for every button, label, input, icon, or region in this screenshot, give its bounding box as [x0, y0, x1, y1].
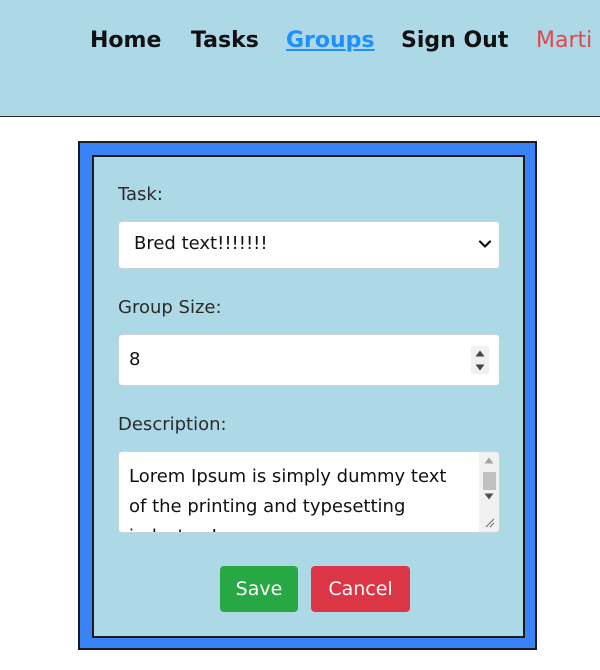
description-textarea[interactable]: Lorem Ipsum is simply dummy text of the …: [118, 451, 500, 533]
task-select[interactable]: Bred text!!!!!!!: [118, 221, 500, 269]
description-label: Description:: [118, 414, 227, 435]
group-size-label: Group Size:: [118, 297, 222, 318]
task-select-value: Bred text!!!!!!!: [134, 233, 268, 254]
quantity-stepper[interactable]: [471, 346, 489, 374]
cancel-button[interactable]: Cancel: [311, 566, 410, 612]
nav-user-link[interactable]: Marti: [536, 26, 592, 56]
group-form-panel: Task: Bred text!!!!!!! Group Size: 8 Des…: [92, 155, 525, 638]
increment-arrow-icon[interactable]: [471, 346, 489, 360]
group-size-value: 8: [129, 349, 141, 370]
save-button[interactable]: Save: [220, 566, 298, 612]
nav-sign-out-link[interactable]: Sign Out: [401, 26, 508, 56]
scrollbar-thumb[interactable]: [483, 472, 496, 490]
task-label: Task:: [118, 184, 163, 205]
chevron-down-icon: [478, 240, 492, 248]
nav-groups-link[interactable]: Groups: [286, 26, 375, 56]
description-scrollbar[interactable]: [479, 452, 499, 532]
nav-home-link[interactable]: Home: [90, 26, 161, 56]
top-navigation-bar: Home Tasks Groups Sign Out Marti: [0, 0, 600, 117]
decrement-arrow-icon[interactable]: [471, 360, 489, 374]
nav-tasks-link[interactable]: Tasks: [191, 26, 259, 56]
scroll-down-arrow-icon[interactable]: [484, 493, 494, 500]
scroll-up-arrow-icon[interactable]: [484, 457, 494, 464]
resize-grip-icon[interactable]: [483, 516, 495, 528]
form-outer-frame: Task: Bred text!!!!!!! Group Size: 8 Des…: [78, 141, 537, 650]
group-size-input[interactable]: 8: [118, 334, 500, 386]
description-text: Lorem Ipsum is simply dummy text of the …: [129, 466, 447, 532]
